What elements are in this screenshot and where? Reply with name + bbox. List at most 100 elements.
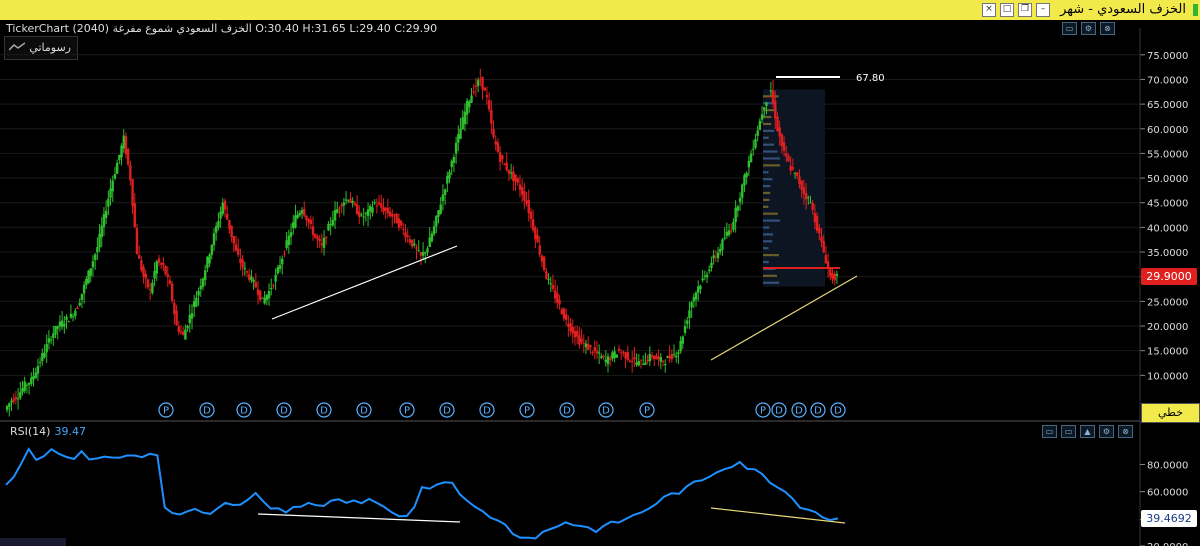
candle-body bbox=[710, 262, 713, 269]
candle-body bbox=[151, 282, 154, 294]
candle-body bbox=[492, 128, 495, 137]
minimize-icon[interactable]: – bbox=[1036, 3, 1050, 17]
candle-body bbox=[393, 214, 396, 216]
candle-body bbox=[518, 184, 522, 190]
candle-body bbox=[157, 258, 161, 263]
volume-profile-bar bbox=[763, 150, 778, 153]
panel-close-icon[interactable]: ⊗ bbox=[1118, 425, 1133, 438]
candle-body bbox=[428, 237, 431, 248]
candle-body bbox=[800, 180, 803, 190]
candle-body bbox=[25, 384, 29, 386]
candle-body bbox=[437, 210, 440, 217]
candle-body bbox=[699, 285, 702, 290]
candle-body bbox=[382, 207, 385, 212]
candle-body bbox=[245, 271, 249, 273]
volume-profile-bar bbox=[763, 260, 769, 264]
panel-window-icon[interactable]: ▭ bbox=[1042, 425, 1057, 438]
candle-body bbox=[765, 102, 768, 106]
candle-body bbox=[327, 223, 330, 231]
candle-body bbox=[250, 276, 253, 281]
candle-body bbox=[747, 160, 751, 168]
candle-body bbox=[758, 120, 762, 131]
candle-body bbox=[496, 142, 500, 153]
candle-body bbox=[670, 354, 674, 360]
candle-body bbox=[683, 326, 687, 334]
candle-body bbox=[80, 293, 84, 300]
candle-body bbox=[752, 148, 755, 150]
candle-body bbox=[96, 247, 99, 253]
candle-body bbox=[802, 187, 806, 195]
candle-body bbox=[767, 96, 770, 98]
candle-body bbox=[734, 207, 737, 222]
candle-body bbox=[439, 204, 442, 214]
panel-min-icon[interactable]: ▭ bbox=[1061, 425, 1076, 438]
candle-body bbox=[520, 186, 524, 195]
price-tick-label: 70.0000 bbox=[1147, 75, 1188, 86]
candle-body bbox=[181, 331, 185, 335]
chart-area[interactable]: 67.80 PDDDDDPDDPDDPPDDDD 75.000070.00006… bbox=[0, 20, 1200, 546]
candle-body bbox=[252, 279, 255, 282]
candle-body bbox=[52, 333, 55, 338]
candle-body bbox=[241, 259, 244, 268]
candle-body bbox=[589, 345, 592, 348]
candle-body bbox=[534, 227, 537, 240]
volume-profile-bar bbox=[763, 122, 772, 126]
restore-icon[interactable]: ❐ bbox=[1018, 3, 1032, 17]
candle-body bbox=[787, 156, 790, 162]
candle-body bbox=[617, 348, 621, 351]
candle-body bbox=[441, 194, 445, 201]
scale-mode-button[interactable]: خطي bbox=[1141, 403, 1200, 423]
candle-body bbox=[507, 169, 511, 174]
candle-body bbox=[430, 233, 434, 242]
bottom-tab[interactable] bbox=[0, 538, 66, 546]
rsi-badge: 39.4692 bbox=[1141, 510, 1197, 527]
candle-body bbox=[774, 100, 777, 119]
candle-body bbox=[646, 359, 649, 362]
close-icon[interactable]: × bbox=[982, 3, 996, 17]
candle-body bbox=[487, 100, 491, 110]
candle-body bbox=[168, 280, 172, 284]
candle-body bbox=[732, 221, 735, 230]
candle-body bbox=[677, 352, 680, 355]
candle-body bbox=[60, 320, 64, 328]
candle-body bbox=[270, 288, 273, 290]
candle-body bbox=[818, 227, 821, 234]
candle-body bbox=[223, 200, 227, 210]
marker-label: P bbox=[760, 406, 766, 417]
candle-body bbox=[465, 100, 469, 115]
candle-body bbox=[505, 162, 508, 171]
candle-body bbox=[386, 207, 390, 214]
marker-label: D bbox=[483, 406, 491, 417]
trendline bbox=[710, 275, 858, 361]
last-price-badge: 29.9000 bbox=[1141, 268, 1197, 285]
candle-body bbox=[686, 320, 689, 324]
candle-body bbox=[716, 252, 720, 259]
candle-body bbox=[415, 247, 418, 249]
candle-body bbox=[564, 314, 568, 320]
candle-body bbox=[463, 111, 467, 125]
candle-body bbox=[195, 297, 198, 307]
panel-up-icon[interactable]: ▲ bbox=[1080, 425, 1095, 438]
candle-body bbox=[212, 233, 216, 246]
candle-body bbox=[115, 163, 119, 174]
volume-profile-bar bbox=[763, 205, 769, 208]
candle-body bbox=[637, 361, 641, 366]
candle-body bbox=[144, 273, 147, 279]
candle-body bbox=[697, 286, 700, 293]
candle-body bbox=[754, 139, 757, 148]
candle-body bbox=[648, 354, 652, 362]
candle-body bbox=[626, 352, 629, 360]
candle-body bbox=[785, 153, 788, 157]
candle-body bbox=[300, 210, 304, 214]
candle-body bbox=[666, 356, 669, 358]
candle-body bbox=[432, 226, 436, 235]
candle-body bbox=[771, 90, 775, 103]
candle-body bbox=[624, 352, 627, 359]
candle-body bbox=[129, 165, 132, 180]
panel-settings-icon[interactable]: ⚙ bbox=[1099, 425, 1114, 438]
candle-body bbox=[146, 279, 150, 288]
candle-body bbox=[404, 232, 407, 238]
candle-body bbox=[591, 351, 594, 353]
maximize-icon[interactable]: □ bbox=[1000, 3, 1014, 17]
candle-body bbox=[584, 343, 588, 348]
